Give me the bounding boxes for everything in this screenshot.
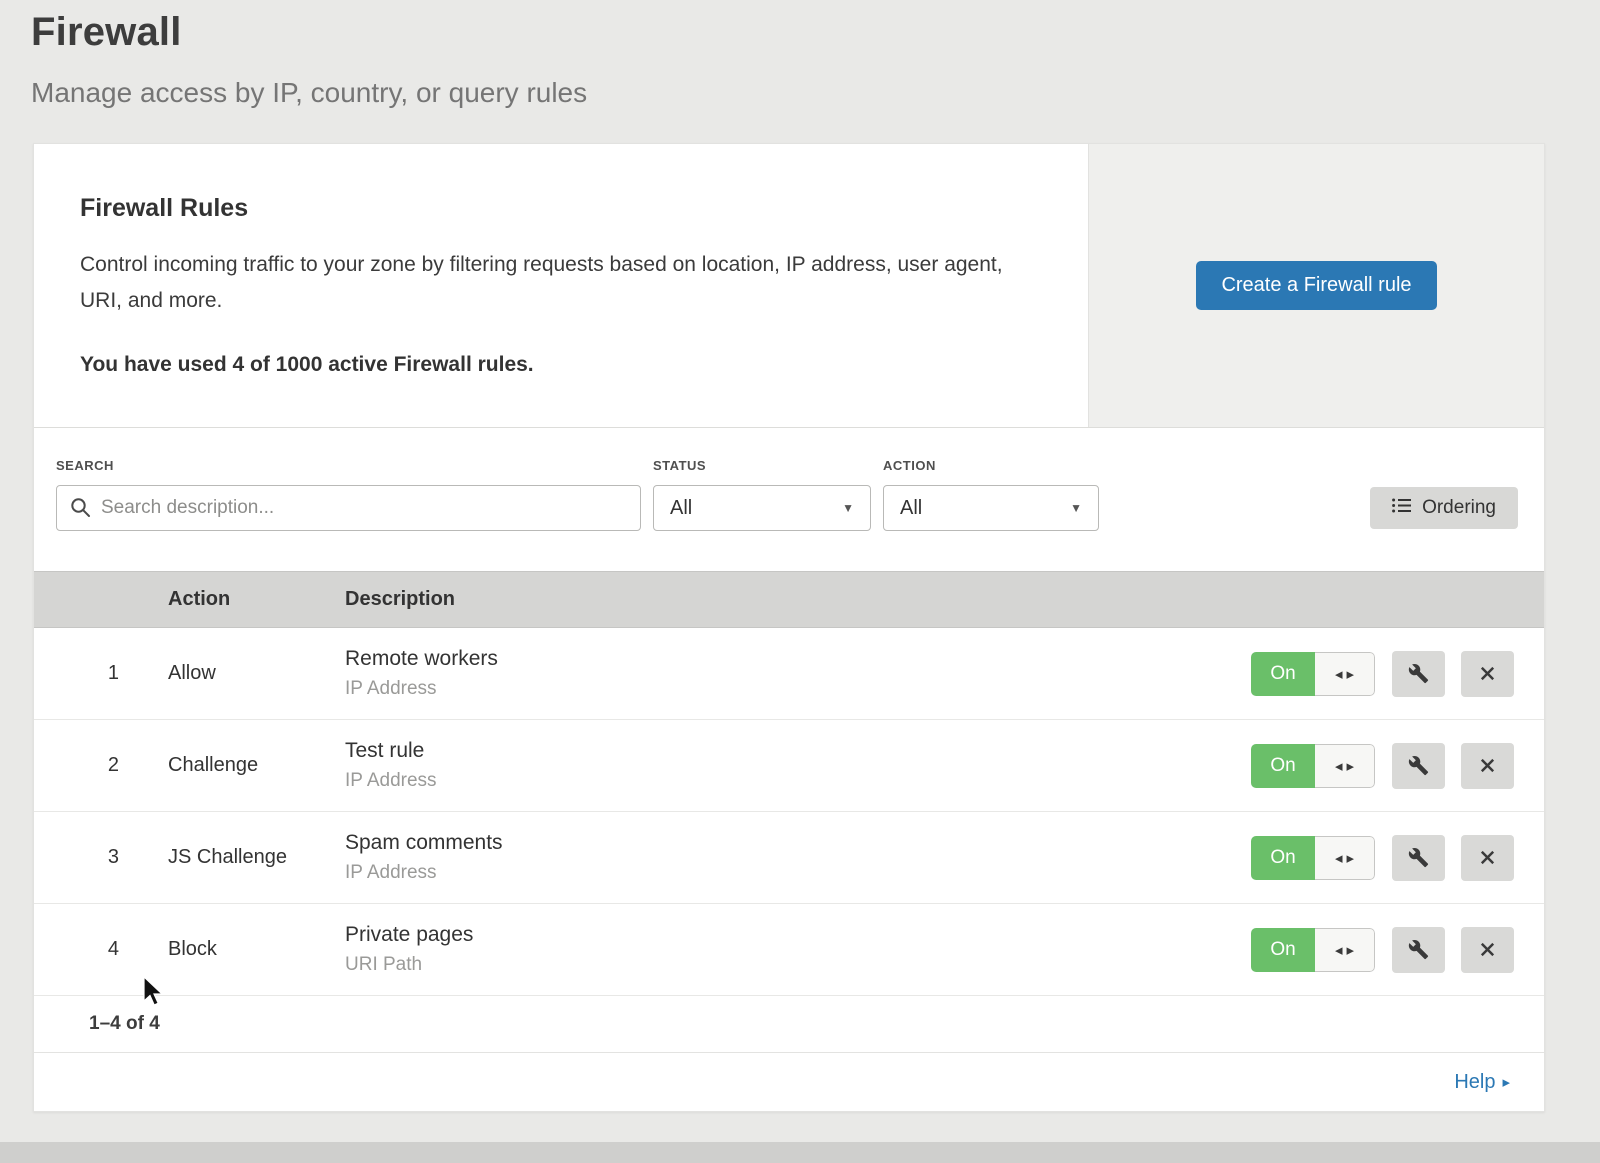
chevron-down-icon: ▼ [842, 501, 854, 515]
create-firewall-rule-button[interactable]: Create a Firewall rule [1196, 261, 1436, 310]
firewall-panel: Firewall Rules Control incoming traffic … [33, 143, 1545, 1112]
wrench-icon [1408, 755, 1429, 776]
delete-rule-button[interactable] [1461, 835, 1514, 881]
rule-field: IP Address [345, 770, 1251, 792]
action-column-header: Action [119, 588, 345, 611]
rule-description-cell: Remote workers IP Address [345, 647, 1251, 700]
rule-priority: 4 [34, 938, 119, 961]
page-title: Firewall [31, 10, 1600, 55]
rules-card: Firewall Rules Control incoming traffic … [34, 144, 1088, 427]
help-link[interactable]: Help ▸ [1454, 1071, 1510, 1094]
rule-action: Challenge [119, 754, 345, 777]
rule-priority: 2 [34, 754, 119, 777]
ordering-button-label: Ordering [1422, 497, 1496, 519]
edit-rule-button[interactable] [1392, 743, 1445, 789]
table-row: 2 Challenge Test rule IP Address On ◂▸ [34, 720, 1544, 812]
wrench-icon [1408, 663, 1429, 684]
rule-description: Spam comments [345, 831, 1251, 855]
toggle-on-label[interactable]: On [1251, 928, 1315, 972]
rule-description: Remote workers [345, 647, 1251, 671]
close-icon [1478, 756, 1497, 775]
edit-rule-button[interactable] [1392, 835, 1445, 881]
rule-description-cell: Spam comments IP Address [345, 831, 1251, 884]
toggle-arrows-icon[interactable]: ◂▸ [1315, 836, 1375, 880]
rule-controls: On ◂▸ [1251, 927, 1514, 973]
filter-bar: SEARCH STATUS All ▼ ACTION All ▼ [34, 428, 1544, 571]
toggle-on-label[interactable]: On [1251, 836, 1315, 880]
chevron-down-icon: ▼ [1070, 501, 1082, 515]
rules-card-description: Control incoming traffic to your zone by… [80, 247, 1018, 319]
rule-priority: 3 [34, 846, 119, 869]
rules-usage-text: You have used 4 of 1000 active Firewall … [80, 353, 1018, 377]
status-select-value: All [670, 497, 692, 520]
rule-action: Block [119, 938, 345, 961]
search-input[interactable] [56, 485, 641, 531]
page-header: Firewall Manage access by IP, country, o… [0, 0, 1600, 109]
close-icon [1478, 940, 1497, 959]
table-header: Action Description [34, 571, 1544, 628]
wrench-icon [1408, 847, 1429, 868]
toggle-on-label[interactable]: On [1251, 652, 1315, 696]
help-arrow-icon: ▸ [1502, 1073, 1510, 1091]
close-icon [1478, 664, 1497, 683]
rule-enabled-toggle[interactable]: On ◂▸ [1251, 652, 1375, 696]
rule-field: URI Path [345, 954, 1251, 976]
delete-rule-button[interactable] [1461, 927, 1514, 973]
bottom-edge-strip [0, 1142, 1600, 1163]
rule-action: Allow [119, 662, 345, 685]
rule-action: JS Challenge [119, 846, 345, 869]
action-select[interactable]: All ▼ [883, 485, 1099, 531]
help-link-label: Help [1454, 1071, 1495, 1094]
toggle-arrows-icon[interactable]: ◂▸ [1315, 652, 1375, 696]
rule-description: Private pages [345, 923, 1251, 947]
wrench-icon [1408, 939, 1429, 960]
ordering-icon [1392, 497, 1411, 519]
status-label: STATUS [653, 458, 871, 473]
ordering-button[interactable]: Ordering [1370, 487, 1518, 529]
toggle-arrows-icon[interactable]: ◂▸ [1315, 744, 1375, 788]
page-subtitle: Manage access by IP, country, or query r… [31, 77, 1600, 109]
action-select-value: All [900, 497, 922, 520]
pagination-summary: 1–4 of 4 [34, 996, 1544, 1052]
status-select[interactable]: All ▼ [653, 485, 871, 531]
rules-overview-section: Firewall Rules Control incoming traffic … [34, 144, 1544, 428]
rule-description-cell: Test rule IP Address [345, 739, 1251, 792]
toggle-on-label[interactable]: On [1251, 744, 1315, 788]
table-row: 4 Block Private pages URI Path On ◂▸ [34, 904, 1544, 996]
search-label: SEARCH [56, 458, 641, 473]
delete-rule-button[interactable] [1461, 651, 1514, 697]
rule-description: Test rule [345, 739, 1251, 763]
edit-rule-button[interactable] [1392, 651, 1445, 697]
description-column-header: Description [345, 588, 1544, 611]
rule-priority: 1 [34, 662, 119, 685]
rule-enabled-toggle[interactable]: On ◂▸ [1251, 744, 1375, 788]
toggle-arrows-icon[interactable]: ◂▸ [1315, 928, 1375, 972]
rule-enabled-toggle[interactable]: On ◂▸ [1251, 928, 1375, 972]
close-icon [1478, 848, 1497, 867]
rule-controls: On ◂▸ [1251, 651, 1514, 697]
rule-enabled-toggle[interactable]: On ◂▸ [1251, 836, 1375, 880]
rule-controls: On ◂▸ [1251, 743, 1514, 789]
rule-field: IP Address [345, 678, 1251, 700]
rules-card-title: Firewall Rules [80, 194, 1018, 223]
search-wrap [56, 485, 641, 531]
rule-description-cell: Private pages URI Path [345, 923, 1251, 976]
action-label: ACTION [883, 458, 1099, 473]
help-row: Help ▸ [34, 1052, 1544, 1111]
action-filter-group: ACTION All ▼ [883, 458, 1099, 531]
edit-rule-button[interactable] [1392, 927, 1445, 973]
rule-field: IP Address [345, 862, 1251, 884]
rule-controls: On ◂▸ [1251, 835, 1514, 881]
delete-rule-button[interactable] [1461, 743, 1514, 789]
rules-aside: Create a Firewall rule [1088, 144, 1544, 427]
status-filter-group: STATUS All ▼ [653, 458, 871, 531]
search-filter-group: SEARCH [56, 458, 641, 531]
table-row: 1 Allow Remote workers IP Address On ◂▸ [34, 628, 1544, 720]
search-icon [70, 497, 91, 523]
table-row: 3 JS Challenge Spam comments IP Address … [34, 812, 1544, 904]
